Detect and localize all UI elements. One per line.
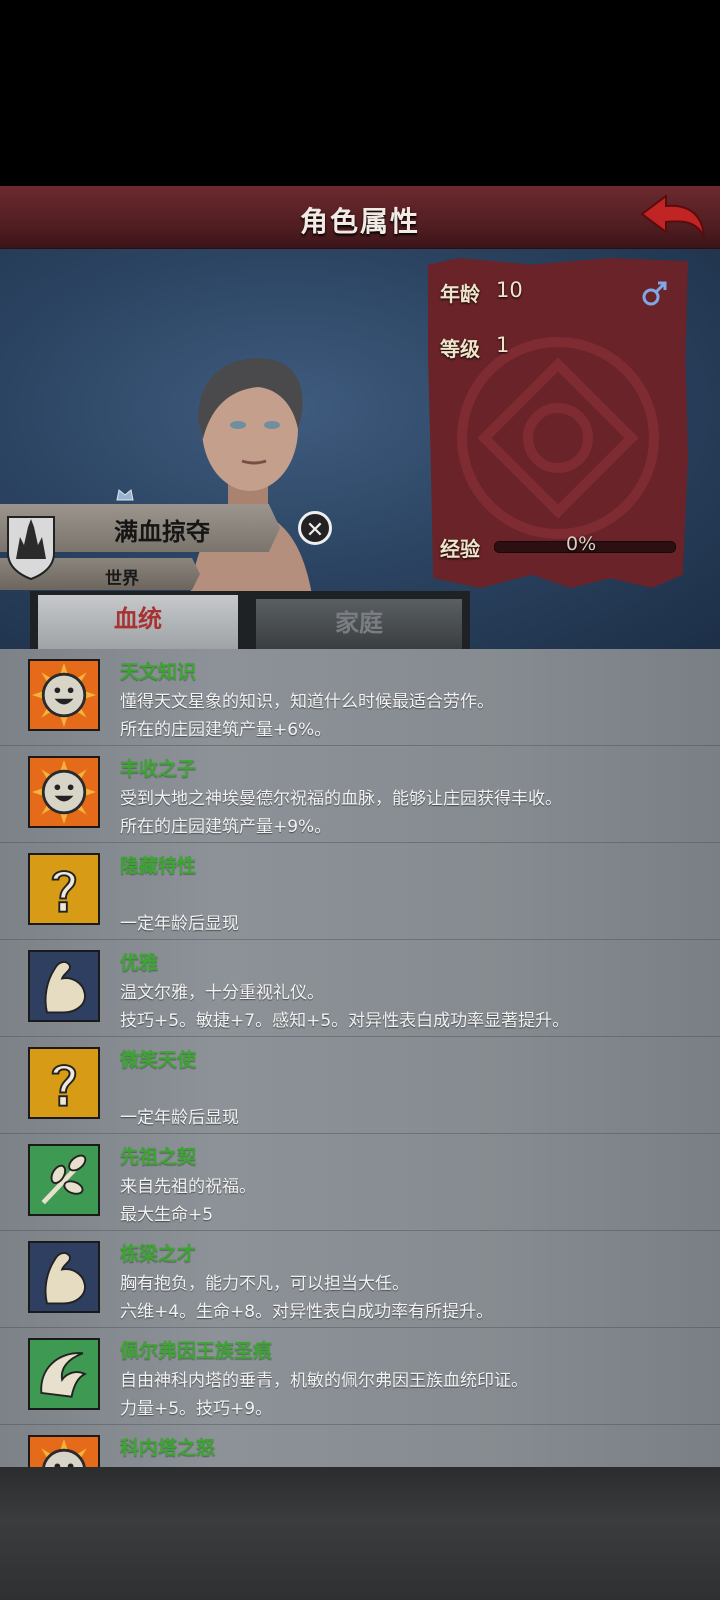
trait-name: 先祖之契	[120, 1146, 197, 1168]
trait-name: 天文知识	[120, 661, 197, 683]
trait-effect: 技巧+5。敏捷+7。感知+5。对异性表白成功率显著提升。	[120, 1011, 570, 1031]
trait-description: 来自先祖的祝福。	[120, 1177, 256, 1197]
back-arrow-icon[interactable]	[638, 192, 708, 242]
celtic-knot-emblem	[457, 337, 659, 539]
trait-effect: 所在的庄园建筑产量+9%。	[120, 817, 332, 837]
trait-row[interactable]: 隐藏特性一定年龄后显现	[0, 843, 720, 940]
trait-name: 科内塔之怒	[120, 1437, 216, 1459]
trait-row[interactable]: 栋梁之才胸有抱负，能力不凡，可以担当大任。六维+4。生命+8。对异性表白成功率有…	[0, 1231, 720, 1328]
smile-sun-icon	[28, 1435, 100, 1467]
exp-percent: 0%	[566, 533, 597, 555]
realm-label: 世界	[105, 569, 139, 589]
trait-name: 佩尔弗因王族圣痕	[120, 1340, 273, 1362]
level-label: 等级	[440, 337, 480, 361]
question-icon	[28, 853, 100, 925]
wave-icon	[28, 1338, 100, 1410]
trait-row[interactable]: 丰收之子受到大地之神埃曼德尔祝福的血脉，能够让庄园获得丰收。 所在的庄园建筑产量+…	[0, 746, 720, 843]
smile-sun-icon	[28, 756, 100, 828]
top-bar: 角色属性	[0, 186, 720, 251]
bottom-panel	[0, 1467, 720, 1600]
trait-description: 懂得天文星象的知识，知道什么时候最适合劳作。	[120, 692, 494, 712]
trait-list[interactable]: 天文知识 懂得天文星象的知识，知道什么时候最适合劳作。 所在的庄园建筑产量+6%。丰…	[0, 649, 720, 1467]
trait-effect: 一定年龄后显现	[120, 1108, 239, 1128]
trait-description: 自由神科内塔的垂青，机敏的佩尔弗因王族血统印证。	[120, 1371, 528, 1391]
exp-label: 经验	[440, 537, 480, 561]
trait-name: 丰收之子	[120, 758, 197, 780]
trait-row[interactable]: 先祖之契来自先祖的祝福。 最大生命+5	[0, 1134, 720, 1231]
crown-icon	[116, 489, 134, 501]
tab-bloodline[interactable]: 血统	[38, 595, 238, 649]
trait-effect: 力量+5。技巧+9。	[120, 1399, 273, 1419]
trait-description: 温文尔雅，十分重视礼仪。	[120, 983, 324, 1003]
trait-name: 微笑天使	[120, 1049, 197, 1071]
trait-row[interactable]: 佩尔弗因王族圣痕自由神科内塔的垂青，机敏的佩尔弗因王族血统印证。 力量+5。技巧+…	[0, 1328, 720, 1425]
trait-row[interactable]: 优雅温文尔雅，十分重视礼仪。技巧+5。敏捷+7。感知+5。对异性表白成功率显著提…	[0, 940, 720, 1037]
trait-effect: 所在的庄园建筑产量+6%。	[120, 720, 332, 740]
male-icon	[642, 281, 667, 306]
trait-name: 栋梁之才	[120, 1243, 197, 1265]
castle-shield-icon	[7, 516, 55, 581]
trait-name: 隐藏特性	[120, 855, 197, 877]
trait-row[interactable]: 微笑天使一定年龄后显现	[0, 1037, 720, 1134]
sprout-icon	[28, 1144, 100, 1216]
page-title: 角色属性	[299, 205, 420, 238]
arm-icon	[28, 950, 100, 1022]
character-name: 满血掠夺	[114, 518, 210, 546]
trait-row[interactable]: 天文知识懂得天文星象的知识，知道什么时候最适合劳作。 所在的庄园建筑产量+6%。	[0, 649, 720, 746]
trait-name: 优雅	[120, 952, 159, 974]
trait-description: 胸有抱负，能力不凡，可以担当大任。	[120, 1274, 409, 1294]
level-value: 1	[496, 333, 510, 357]
trait-row[interactable]: 科内塔之怒	[0, 1425, 720, 1467]
smile-sun-icon	[28, 659, 100, 731]
arm-icon	[28, 1241, 100, 1313]
trait-description: 受到大地之神埃曼德尔祝福的血脉，能够让庄园获得丰收。	[120, 789, 562, 809]
tab-family[interactable]: 家庭	[256, 599, 462, 649]
close-button[interactable]: ✕	[298, 511, 332, 545]
trait-effect: 最大生命+5	[120, 1205, 214, 1225]
trait-effect: 六维+4。生命+8。对异性表白成功率有所提升。	[120, 1302, 494, 1322]
age-label: 年龄	[440, 282, 480, 306]
tab-bar: 血统 家庭	[30, 591, 470, 649]
age-value: 10	[496, 278, 523, 302]
trait-effect: 一定年龄后显现	[120, 914, 239, 934]
question-icon	[28, 1047, 100, 1119]
